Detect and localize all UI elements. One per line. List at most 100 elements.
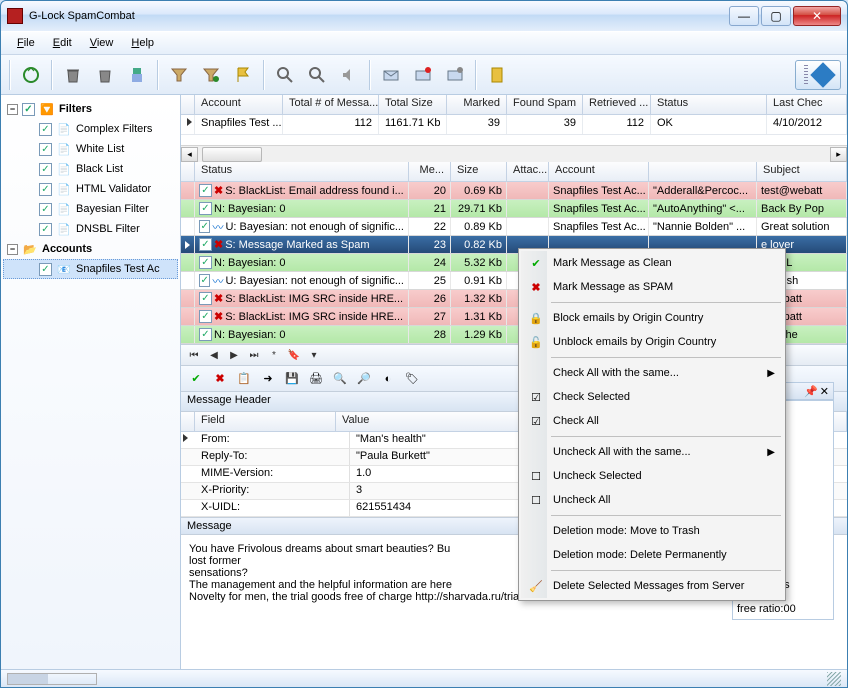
filters-checkbox[interactable]: ✓ — [22, 103, 35, 116]
filter-checkbox[interactable]: ✓ — [39, 223, 52, 236]
context-menu-item[interactable]: ✔Mark Message as Clean — [521, 251, 783, 275]
col-last[interactable]: Last Chec — [767, 95, 847, 114]
context-menu-item[interactable]: Check All with the same...▶ — [521, 361, 783, 385]
row-checkbox[interactable]: ✓ — [199, 256, 212, 269]
sidebar-filters-header[interactable]: − ✓ 🔽 Filters — [3, 99, 178, 119]
context-menu-item[interactable]: ☐Uncheck All — [521, 488, 783, 512]
tb-search2[interactable] — [303, 61, 331, 89]
col-msg-from[interactable] — [649, 162, 757, 181]
menu-file[interactable]: File — [9, 35, 43, 51]
tb-refresh[interactable] — [17, 61, 45, 89]
tb-mail2[interactable] — [409, 61, 437, 89]
row-checkbox[interactable]: ✓ — [199, 274, 210, 287]
sidebar-filter-item[interactable]: ✓📄Complex Filters — [3, 119, 178, 139]
collapse-icon[interactable]: − — [7, 244, 18, 255]
row-checkbox[interactable]: ✓ — [199, 220, 210, 233]
sidebar-filter-item[interactable]: ✓📄Black List — [3, 159, 178, 179]
sidebar-accounts-header[interactable]: − 📂 Accounts — [3, 239, 178, 259]
nav-last[interactable]: ⏭ — [245, 347, 263, 363]
nav-bookmark[interactable]: 🔖 — [285, 347, 303, 363]
tb-book[interactable] — [483, 61, 511, 89]
context-menu-item[interactable]: ✖Mark Message as SPAM — [521, 275, 783, 299]
nav-next[interactable]: ▶ — [225, 347, 243, 363]
row-checkbox[interactable]: ✓ — [199, 238, 212, 251]
maximize-button[interactable]: ▢ — [761, 6, 791, 26]
msg-tb-save[interactable]: 💾 — [281, 368, 303, 390]
context-menu-item[interactable]: 🔓Unblock emails by Origin Country — [521, 330, 783, 354]
col-msg-size[interactable]: Size — [451, 162, 507, 181]
tb-trash2[interactable] — [91, 61, 119, 89]
msg-tb-view2[interactable]: 🔎 — [353, 368, 375, 390]
tb-filter2[interactable] — [197, 61, 225, 89]
tb-flag[interactable] — [229, 61, 257, 89]
msg-tb-forward[interactable]: ➜ — [257, 368, 279, 390]
col-msg-me[interactable]: Me... — [409, 162, 451, 181]
tb-search1[interactable] — [271, 61, 299, 89]
tb-mail3[interactable] — [441, 61, 469, 89]
col-status[interactable]: Status — [651, 95, 767, 114]
sidebar-filter-item[interactable]: ✓📄DNSBL Filter — [3, 219, 178, 239]
nav-prev[interactable]: ◀ — [205, 347, 223, 363]
account-checkbox[interactable]: ✓ — [39, 263, 52, 276]
col-spam[interactable]: Found Spam — [507, 95, 583, 114]
col-size[interactable]: Total Size — [379, 95, 447, 114]
message-row[interactable]: ✓〰U: Bayesian: not enough of signific...… — [181, 218, 847, 236]
stats-close-icon[interactable]: ✕ — [820, 385, 829, 398]
filter-checkbox[interactable]: ✓ — [39, 163, 52, 176]
hdr-col-field[interactable]: Field — [195, 412, 336, 431]
menu-edit[interactable]: Edit — [45, 35, 80, 51]
tb-brush[interactable] — [123, 61, 151, 89]
sidebar-filter-item[interactable]: ✓📄White List — [3, 139, 178, 159]
close-button[interactable]: ✕ — [793, 6, 841, 26]
nav-filter[interactable]: ▾ — [305, 347, 323, 363]
row-checkbox[interactable]: ✓ — [199, 202, 212, 215]
sidebar-filter-item[interactable]: ✓📄Bayesian Filter — [3, 199, 178, 219]
row-checkbox[interactable]: ✓ — [199, 292, 212, 305]
context-menu-item[interactable]: ☑Check Selected — [521, 385, 783, 409]
sidebar-account-item[interactable]: ✓📧Snapfiles Test Ac — [3, 259, 178, 279]
accounts-row[interactable]: Snapfiles Test ... 112 1161.71 Kb 39 39 … — [181, 115, 847, 135]
context-menu-item[interactable]: 🔒Block emails by Origin Country — [521, 306, 783, 330]
nav-first[interactable]: ⏮ — [185, 347, 203, 363]
pin-icon[interactable]: 📌 — [804, 385, 818, 398]
filter-checkbox[interactable]: ✓ — [39, 203, 52, 216]
filter-checkbox[interactable]: ✓ — [39, 143, 52, 156]
msg-tb-view1[interactable]: 🔍 — [329, 368, 351, 390]
row-checkbox[interactable]: ✓ — [199, 310, 212, 323]
context-menu-item[interactable]: 🧹Delete Selected Messages from Server — [521, 574, 783, 598]
resize-grip-icon[interactable] — [827, 672, 841, 686]
context-menu-item[interactable]: Deletion mode: Delete Permanently — [521, 543, 783, 567]
message-row[interactable]: ✓✖S: BlackList: Email address found i...… — [181, 182, 847, 200]
context-menu-item[interactable]: Uncheck All with the same...▶ — [521, 440, 783, 464]
context-menu-item[interactable]: ☐Uncheck Selected — [521, 464, 783, 488]
accounts-hscroll[interactable]: ◂▸ — [181, 145, 847, 162]
msg-tb-print[interactable]: 🖨 — [305, 368, 327, 390]
filter-checkbox[interactable]: ✓ — [39, 183, 52, 196]
row-checkbox[interactable]: ✓ — [199, 328, 212, 341]
row-checkbox[interactable]: ✓ — [199, 184, 212, 197]
menu-view[interactable]: View — [82, 35, 122, 51]
tb-filter1[interactable] — [165, 61, 193, 89]
toolbar-logo-box[interactable] — [795, 60, 841, 90]
minimize-button[interactable]: — — [729, 6, 759, 26]
msg-tb-add[interactable]: 📋 — [233, 368, 255, 390]
menu-help[interactable]: Help — [123, 35, 162, 51]
msg-tb-tag[interactable]: 🏷 — [401, 368, 423, 390]
col-msg-status[interactable]: Status — [195, 162, 409, 181]
col-msg-attach[interactable]: Attac... — [507, 162, 549, 181]
message-row[interactable]: ✓N: Bayesian: 02129.71 KbSnapfiles Test … — [181, 200, 847, 218]
msg-tb-clean[interactable]: ✔ — [185, 368, 207, 390]
msg-tb-view3[interactable]: ◐ — [377, 368, 399, 390]
col-retrieved[interactable]: Retrieved ... — [583, 95, 651, 114]
sidebar-filter-item[interactable]: ✓📄HTML Validator — [3, 179, 178, 199]
col-marked[interactable]: Marked — [447, 95, 507, 114]
context-menu-item[interactable]: Deletion mode: Move to Trash — [521, 519, 783, 543]
collapse-icon[interactable]: − — [7, 104, 18, 115]
msg-tb-spam[interactable]: ✖ — [209, 368, 231, 390]
col-msg-account[interactable]: Account — [549, 162, 649, 181]
context-menu-item[interactable]: ☑Check All — [521, 409, 783, 433]
col-msg-subject[interactable]: Subject — [757, 162, 847, 181]
tb-sound[interactable] — [335, 61, 363, 89]
tb-mail1[interactable] — [377, 61, 405, 89]
col-total[interactable]: Total # of Messa... — [283, 95, 379, 114]
